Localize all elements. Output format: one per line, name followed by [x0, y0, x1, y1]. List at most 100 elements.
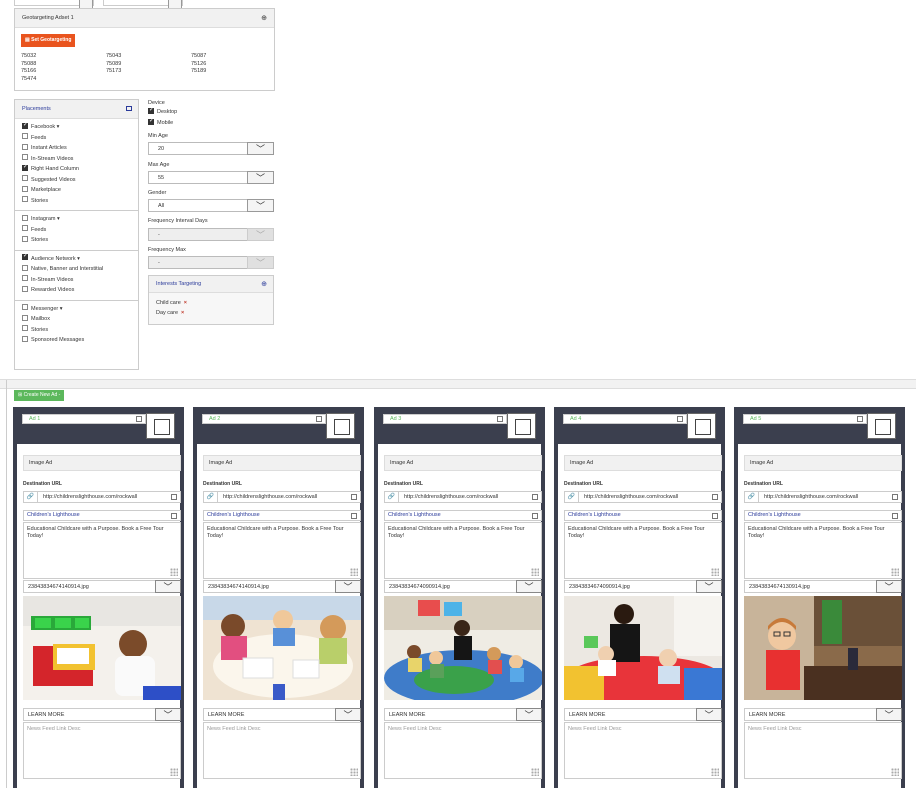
placement-item-checkbox[interactable]	[22, 154, 28, 161]
ad-text-textarea[interactable]: Educational Childcare with a Purpose. Bo…	[744, 522, 902, 579]
ad-name-input[interactable]: Ad 4	[563, 414, 687, 424]
call-to-action-select[interactable]: LEARN MORE ﹀	[744, 708, 902, 721]
placement-group[interactable]: Audience Network ▾	[22, 252, 80, 264]
link-description-textarea[interactable]: News Feed Link Desc	[384, 722, 542, 779]
copy-icon[interactable]	[857, 416, 863, 422]
copy-icon[interactable]	[171, 494, 177, 500]
ad-name-input[interactable]: Ad 2	[202, 414, 326, 424]
placement-group[interactable]: Messenger ▾	[22, 304, 63, 314]
resize-grip-icon[interactable]	[711, 768, 719, 776]
copy-icon[interactable]	[171, 513, 177, 519]
caret-down-icon[interactable]: ▾	[58, 306, 63, 312]
placement-item[interactable]: Feeds	[22, 133, 46, 143]
mobile-checkbox[interactable]: Mobile	[148, 117, 173, 128]
placement-item[interactable]: Feeds	[22, 225, 46, 235]
placement-item[interactable]: Sponsored Messages	[22, 335, 84, 345]
create-new-ad-button[interactable]: ⊞ Create New Ad -	[14, 390, 65, 401]
resize-grip-icon[interactable]	[170, 768, 178, 776]
grid-icon[interactable]	[126, 106, 132, 111]
placement-group-checkbox[interactable]	[22, 252, 28, 261]
chevron-down-icon[interactable]: ﹀	[247, 142, 274, 155]
image-file-select[interactable]: 23843834674140914.jpg ﹀	[203, 580, 361, 593]
chevron-down-icon[interactable]: ﹀	[876, 708, 902, 721]
link-description-textarea[interactable]: News Feed Link Desc	[203, 722, 361, 779]
caret-down-icon[interactable]: ▾	[55, 216, 60, 222]
copy-icon[interactable]	[532, 494, 538, 500]
chevron-down-icon[interactable]: ﹀	[247, 171, 274, 184]
max-age-select[interactable]: 55 ﹀	[148, 171, 274, 184]
call-to-action-select[interactable]: LEARN MORE ﹀	[23, 708, 181, 721]
chevron-down-icon[interactable]: ﹀	[335, 580, 361, 593]
top-select-1[interactable]	[14, 0, 94, 10]
ad-text-textarea[interactable]: Educational Childcare with a Purpose. Bo…	[564, 522, 722, 579]
placement-item[interactable]: Suggested Videos	[22, 175, 76, 185]
image-file-select[interactable]: 23843834674130914.jpg ﹀	[744, 580, 902, 593]
destination-url-input[interactable]: 🔗 http://childrenslighthouse.com/rockwall	[564, 491, 722, 503]
placement-item-checkbox[interactable]	[22, 196, 28, 203]
placement-item[interactable]: Rewarded Videos	[22, 285, 74, 295]
copy-icon[interactable]	[532, 513, 538, 519]
link-description-textarea[interactable]: News Feed Link Desc	[23, 722, 181, 779]
chevron-down-icon[interactable]: ﹀	[516, 580, 542, 593]
resize-grip-icon[interactable]	[711, 568, 719, 576]
placement-item[interactable]: Stories	[22, 325, 48, 335]
chevron-down-icon[interactable]: ﹀	[247, 199, 274, 212]
add-icon[interactable]: ⊕	[261, 276, 267, 293]
placement-item-checkbox[interactable]	[22, 143, 28, 150]
chevron-down-icon[interactable]: ﹀	[247, 256, 274, 269]
ad-text-textarea[interactable]: Educational Childcare with a Purpose. Bo…	[203, 522, 361, 579]
destination-url-input[interactable]: 🔗 http://childrenslighthouse.com/rockwall	[384, 491, 542, 503]
placement-item[interactable]: Stories	[22, 196, 48, 206]
placement-item-checkbox[interactable]	[22, 163, 28, 172]
freq-max-select[interactable]: - ﹀	[148, 256, 274, 269]
copy-icon[interactable]	[351, 494, 357, 500]
chevron-down-icon[interactable]: ﹀	[876, 580, 902, 593]
placement-item-checkbox[interactable]	[22, 175, 28, 182]
caret-down-icon[interactable]: ▾	[55, 124, 60, 130]
ad-name-input[interactable]: Ad 5	[743, 414, 867, 424]
placement-item[interactable]: Marketplace	[22, 185, 61, 195]
min-age-select[interactable]: 20 ﹀	[148, 142, 274, 155]
placement-item[interactable]: In-Stream Videos	[22, 154, 73, 164]
chevron-down-icon[interactable]: ﹀	[155, 580, 181, 593]
image-file-select[interactable]: 23843834674090914.jpg ﹀	[564, 580, 722, 593]
resize-grip-icon[interactable]	[891, 568, 899, 576]
desktop-check[interactable]	[148, 106, 154, 115]
placement-item-checkbox[interactable]	[22, 335, 28, 342]
destination-url-input[interactable]: 🔗 http://childrenslighthouse.com/rockwall	[23, 491, 181, 503]
copy-icon[interactable]	[497, 416, 503, 422]
placement-group[interactable]: Facebook ▾	[22, 121, 60, 132]
placement-group-checkbox[interactable]	[22, 214, 28, 221]
remove-icon[interactable]: ×	[181, 310, 184, 316]
placement-item-checkbox[interactable]	[22, 235, 28, 242]
chevron-down-icon[interactable]: ﹀	[155, 708, 181, 721]
ad-thumbnail-box[interactable]	[146, 413, 175, 439]
resize-grip-icon[interactable]	[531, 568, 539, 576]
set-geotargeting-button[interactable]: ▤ Set Geotargeting	[21, 34, 76, 47]
call-to-action-select[interactable]: LEARN MORE ﹀	[384, 708, 542, 721]
copy-icon[interactable]	[351, 513, 357, 519]
ad-thumbnail-box[interactable]	[507, 413, 536, 439]
placement-item-checkbox[interactable]	[22, 275, 28, 282]
copy-icon[interactable]	[712, 513, 718, 519]
headline-input[interactable]: Children's Lighthouse	[203, 510, 361, 521]
placement-item[interactable]: Right Hand Column	[22, 163, 79, 174]
copy-icon[interactable]	[892, 513, 898, 519]
link-description-textarea[interactable]: News Feed Link Desc	[744, 722, 902, 779]
freq-interval-select[interactable]: - ﹀	[148, 228, 274, 241]
placement-item[interactable]: Stories	[22, 235, 48, 245]
placement-item-checkbox[interactable]	[22, 133, 28, 140]
placement-item[interactable]: In-Stream Videos	[22, 275, 73, 285]
placement-item-checkbox[interactable]	[22, 314, 28, 321]
placement-item[interactable]: Mailbox	[22, 314, 50, 324]
resize-grip-icon[interactable]	[350, 768, 358, 776]
placement-item-checkbox[interactable]	[22, 185, 28, 192]
image-file-select[interactable]: 23843834674090914.jpg ﹀	[384, 580, 542, 593]
headline-input[interactable]: Children's Lighthouse	[744, 510, 902, 521]
image-file-select[interactable]: 23843834674140914.jpg ﹀	[23, 580, 181, 593]
copy-icon[interactable]	[316, 416, 322, 422]
resize-grip-icon[interactable]	[170, 568, 178, 576]
ad-text-textarea[interactable]: Educational Childcare with a Purpose. Bo…	[384, 522, 542, 579]
destination-url-input[interactable]: 🔗 http://childrenslighthouse.com/rockwall	[203, 491, 361, 503]
mobile-check[interactable]	[148, 117, 154, 126]
